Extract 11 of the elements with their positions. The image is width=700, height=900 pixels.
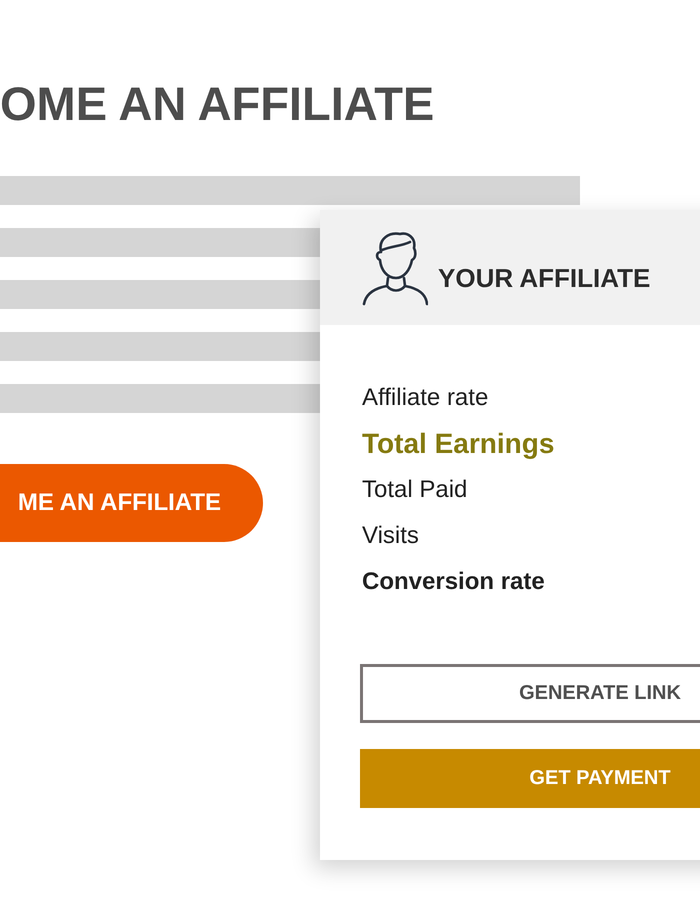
payment-button[interactable]: GET PAYMENT bbox=[360, 749, 700, 808]
card-title: YOUR AFFILIATE bbox=[438, 262, 650, 294]
stat-label: Visits bbox=[362, 521, 419, 551]
generate-link-button[interactable]: GENERATE LINK bbox=[360, 664, 700, 723]
user-icon bbox=[362, 230, 428, 306]
page-heading: OME AN AFFILIATE bbox=[0, 76, 436, 132]
stat-label: Total Paid bbox=[362, 475, 468, 505]
stat-label: Total Earnings bbox=[362, 427, 554, 461]
stat-label: Conversion rate bbox=[362, 567, 545, 597]
become-affiliate-button[interactable]: ME AN AFFILIATE bbox=[0, 464, 263, 542]
stat-label: Affiliate rate bbox=[362, 383, 488, 413]
